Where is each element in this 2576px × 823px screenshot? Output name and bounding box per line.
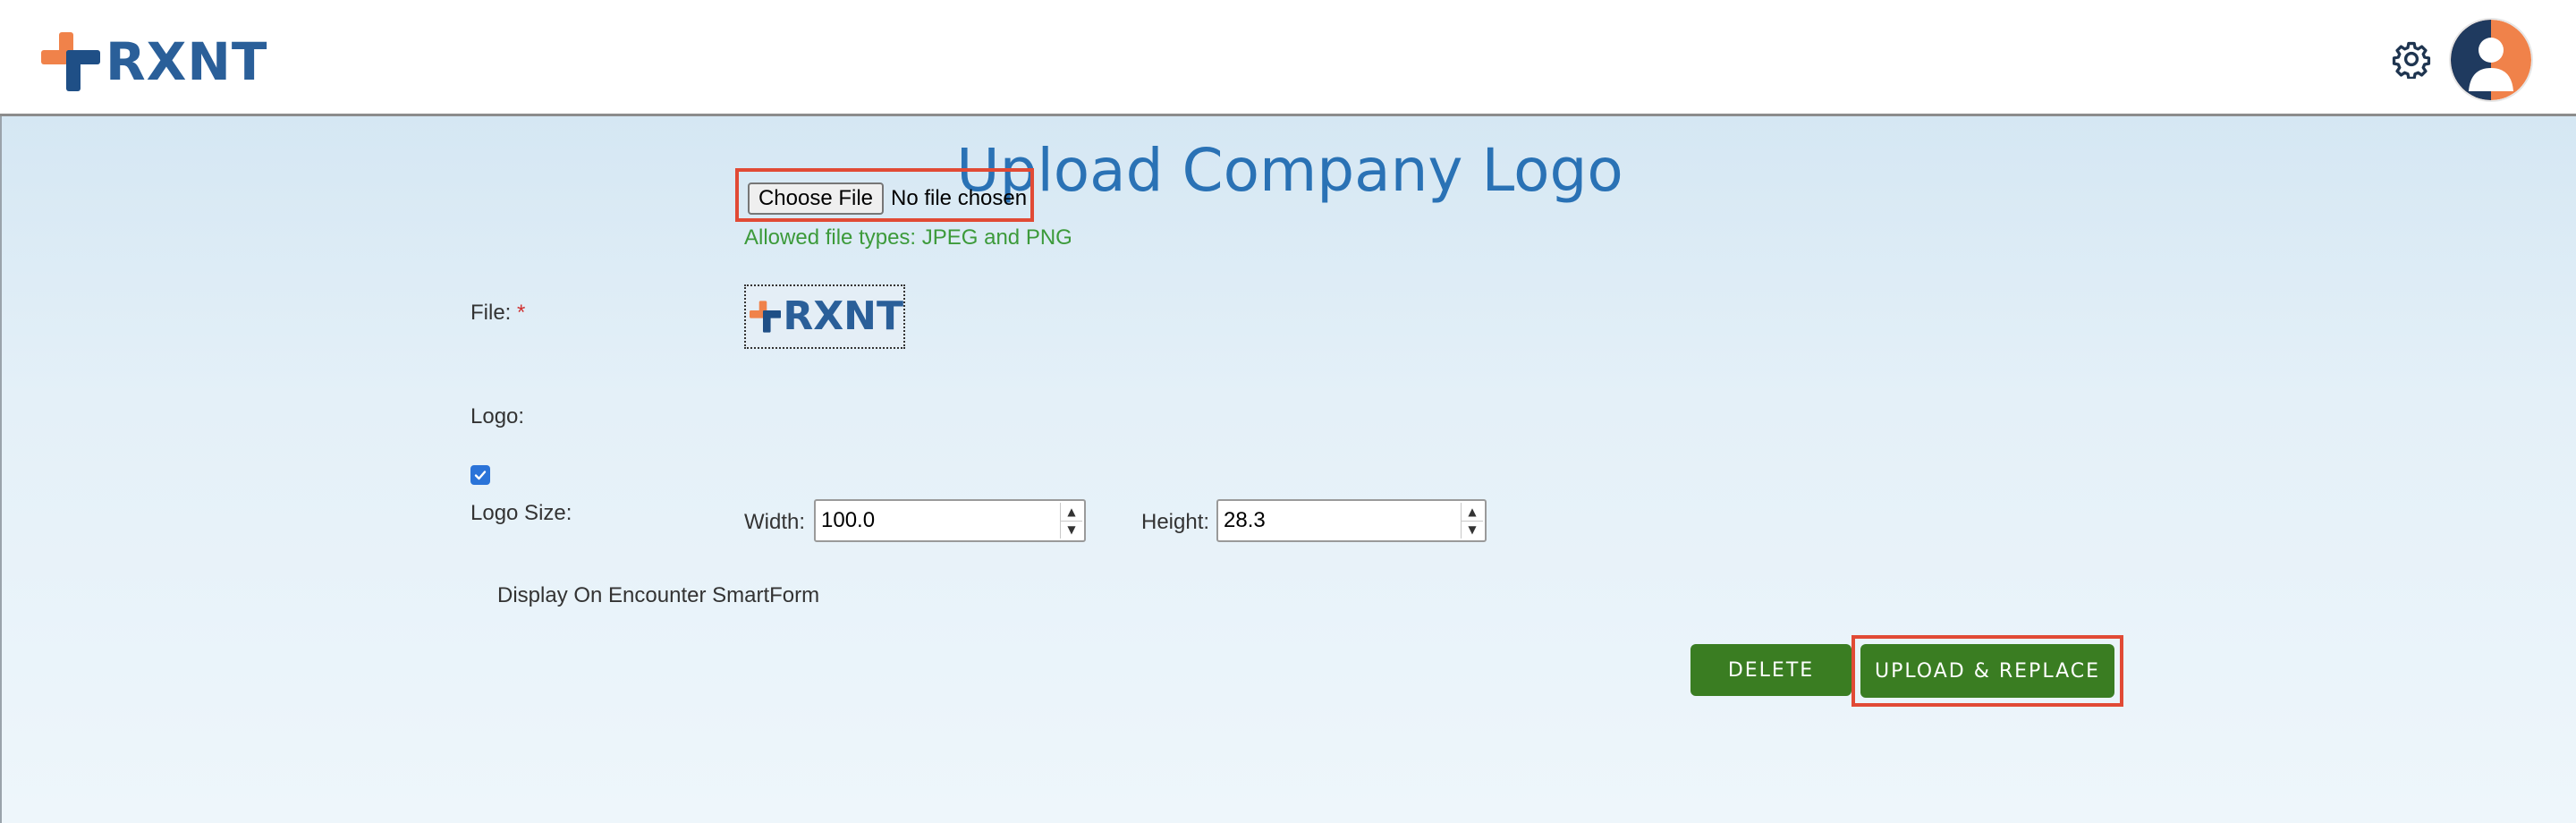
logo-preview-text: RXNT — [783, 293, 903, 339]
width-label: Width: — [744, 510, 806, 534]
width-increment-icon[interactable]: ▲ — [1061, 503, 1082, 521]
top-bar: RXNT — [0, 0, 2576, 116]
width-decrement-icon[interactable]: ▼ — [1061, 520, 1082, 539]
file-label: File: * — [470, 301, 525, 326]
width-input-wrapper: ▲ ▼ — [814, 499, 1086, 542]
brand-logo[interactable]: RXNT — [41, 30, 267, 93]
height-input[interactable] — [1224, 506, 1454, 535]
page-title: Upload Company Logo — [956, 136, 1623, 205]
width-input[interactable] — [821, 506, 1054, 535]
required-marker: * — [517, 301, 526, 325]
file-label-text: File: — [470, 301, 512, 325]
height-decrement-icon[interactable]: ▼ — [1462, 520, 1483, 539]
display-on-encounter-label: Display On Encounter SmartForm — [497, 583, 820, 607]
rxnt-cross-icon — [41, 32, 100, 91]
gear-icon — [2392, 41, 2431, 81]
choose-file-button[interactable]: Choose File — [748, 182, 884, 215]
logo-label: Logo: — [470, 404, 525, 428]
brand-name: RXNT — [106, 31, 268, 92]
height-increment-icon[interactable]: ▲ — [1462, 503, 1483, 521]
height-input-wrapper: ▲ ▼ — [1216, 499, 1487, 542]
height-stepper[interactable]: ▲ ▼ — [1461, 503, 1483, 539]
main-content: Upload Company Logo — [0, 116, 2576, 823]
upload-replace-button[interactable]: UPLOAD & REPLACE — [1860, 644, 2114, 698]
width-stepper[interactable]: ▲ ▼ — [1060, 503, 1082, 539]
allowed-file-types: Allowed file types: JPEG and PNG — [744, 225, 1072, 250]
display-on-encounter-checkbox[interactable] — [470, 465, 490, 485]
settings-button[interactable] — [2392, 39, 2431, 81]
logo-size-label: Logo Size: — [470, 501, 572, 525]
user-avatar[interactable] — [2451, 20, 2531, 100]
file-status: No file chosen — [891, 186, 1028, 210]
rxnt-cross-icon — [750, 301, 782, 333]
delete-button[interactable]: DELETE — [1690, 644, 1852, 696]
height-label: Height: — [1141, 510, 1210, 534]
user-avatar-icon — [2451, 20, 2531, 100]
upload-replace-highlight: UPLOAD & REPLACE — [1852, 635, 2123, 707]
file-input-highlight: Choose File No file chosen — [735, 168, 1034, 222]
logo-preview: RXNT — [744, 284, 905, 349]
checkmark-icon — [474, 471, 487, 480]
